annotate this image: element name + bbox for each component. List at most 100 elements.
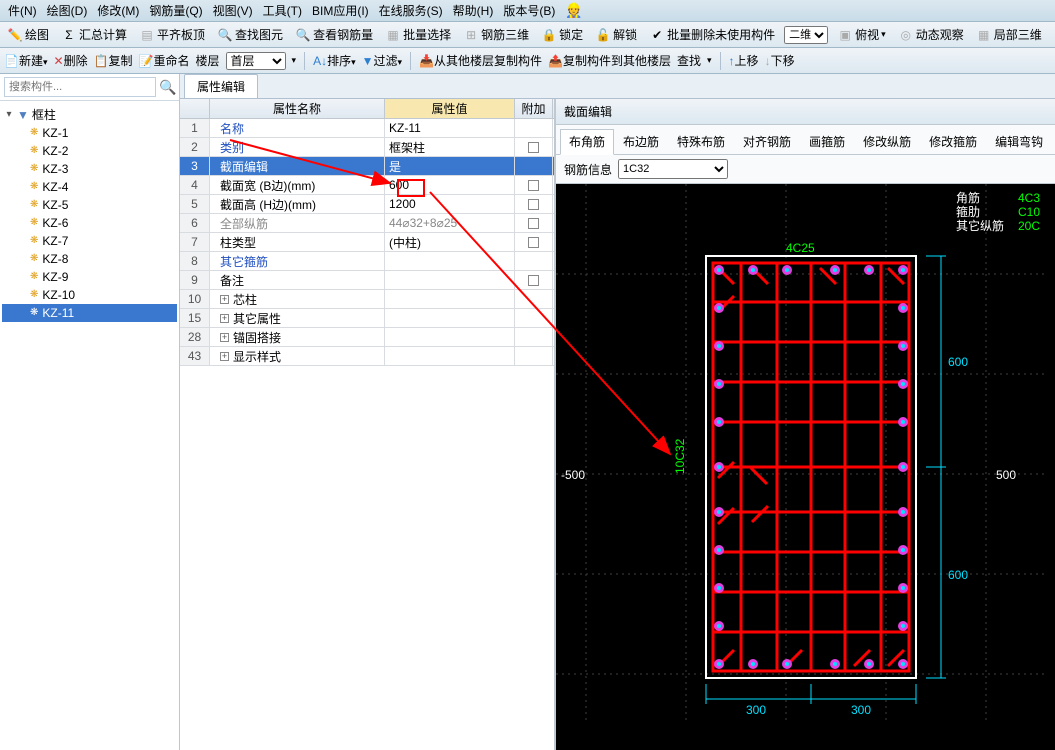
tree-item-KZ-9[interactable]: ❋KZ-9 bbox=[2, 268, 177, 286]
tb-find2[interactable]: 查找 bbox=[677, 52, 701, 69]
menu-modify[interactable]: 修改(M) bbox=[93, 0, 143, 21]
tb-draw[interactable]: ✏️绘图 bbox=[4, 24, 52, 45]
prop-row-4[interactable]: 4截面宽 (B边)(mm)600 bbox=[180, 176, 554, 195]
gear-icon: ❋ bbox=[30, 251, 38, 267]
menu-version[interactable]: 版本号(B) bbox=[499, 0, 559, 21]
tb-dyn[interactable]: ◎动态观察 bbox=[895, 24, 967, 45]
prop-row-8[interactable]: 8其它箍筋 bbox=[180, 252, 554, 271]
tree-item-KZ-8[interactable]: ❋KZ-8 bbox=[2, 250, 177, 268]
tb-copyfrom[interactable]: 📥从其他楼层复制构件 bbox=[419, 52, 542, 69]
prop-row-3[interactable]: 3截面编辑是 bbox=[180, 157, 554, 176]
menu-file[interactable]: 件(N) bbox=[4, 0, 41, 21]
prop-row-43[interactable]: 43+显示样式 bbox=[180, 347, 554, 366]
tb-copy[interactable]: 📋复制 bbox=[94, 52, 133, 69]
prop-row-28[interactable]: 28+锚固搭接 bbox=[180, 328, 554, 347]
menu-view[interactable]: 视图(V) bbox=[209, 0, 257, 21]
tb-delete[interactable]: ✕删除 bbox=[54, 52, 88, 69]
section-tab-2[interactable]: 特殊布筋 bbox=[668, 129, 734, 154]
copyfrom-icon: 📥 bbox=[419, 54, 434, 68]
tb-unlock[interactable]: 🔓解锁 bbox=[592, 24, 640, 45]
dim-b2: 300 bbox=[851, 703, 871, 717]
tb-batchsel[interactable]: ▦批量选择 bbox=[382, 24, 454, 45]
tb-align[interactable]: ▤平齐板顶 bbox=[136, 24, 208, 45]
prop-row-10[interactable]: 10+芯柱 bbox=[180, 290, 554, 309]
prop-row-2[interactable]: 2类别框架柱 bbox=[180, 138, 554, 157]
rebar-info-select[interactable]: 1C32 bbox=[618, 159, 728, 179]
tab-property-edit[interactable]: 属性编辑 bbox=[184, 74, 258, 98]
tree-item-KZ-3[interactable]: ❋KZ-3 bbox=[2, 160, 177, 178]
rebar3d-icon: ⊞ bbox=[463, 27, 479, 43]
tree-item-KZ-7[interactable]: ❋KZ-7 bbox=[2, 232, 177, 250]
gear-icon: ❋ bbox=[30, 143, 38, 159]
tb-local3d[interactable]: ▦局部三维 bbox=[973, 24, 1045, 45]
tb-sort[interactable]: A↓排序▾ bbox=[313, 52, 356, 69]
menu-help[interactable]: 帮助(H) bbox=[449, 0, 498, 21]
section-tab-4[interactable]: 画箍筋 bbox=[800, 129, 854, 154]
tree-item-KZ-6[interactable]: ❋KZ-6 bbox=[2, 214, 177, 232]
tree-root[interactable]: ▾ ▼ 框柱 bbox=[2, 105, 177, 124]
prop-row-1[interactable]: 1名称KZ-11 bbox=[180, 119, 554, 138]
search-input[interactable] bbox=[4, 77, 156, 97]
section-editor-panel: 截面编辑 布角筋布边筋特殊布筋对齐钢筋画箍筋修改纵筋修改箍筋编辑弯钩端头f 钢筋… bbox=[555, 99, 1055, 750]
tb-find[interactable]: 🔍查找图元 bbox=[214, 24, 286, 45]
align-icon: ▤ bbox=[139, 27, 155, 43]
collapse-icon[interactable]: ▾ bbox=[4, 109, 14, 120]
tb-rename[interactable]: 📝重命名 bbox=[139, 52, 190, 69]
tb-topview[interactable]: ▣俯视▾ bbox=[834, 24, 889, 45]
filter-tree-icon: ▼ bbox=[17, 108, 29, 122]
gear-icon: ❋ bbox=[30, 269, 38, 285]
legend-hoop: 箍肋 bbox=[956, 204, 980, 219]
section-editor-title: 截面编辑 bbox=[556, 99, 1055, 125]
component-tree: ▾ ▼ 框柱 ❋KZ-1❋KZ-2❋KZ-3❋KZ-4❋KZ-5❋KZ-6❋KZ… bbox=[0, 101, 179, 326]
section-tab-3[interactable]: 对齐钢筋 bbox=[734, 129, 800, 154]
prop-row-5[interactable]: 5截面高 (H边)(mm)1200 bbox=[180, 195, 554, 214]
sigma-icon: Σ bbox=[61, 27, 77, 43]
prop-row-15[interactable]: 15+其它属性 bbox=[180, 309, 554, 328]
section-tab-0[interactable]: 布角筋 bbox=[560, 129, 614, 155]
copyto-icon: 📤 bbox=[548, 54, 563, 68]
tb-sum[interactable]: Σ汇总计算 bbox=[58, 24, 130, 45]
tb-new[interactable]: 📄新建▾ bbox=[4, 52, 48, 69]
dim-r2: 600 bbox=[948, 568, 968, 582]
tree-item-KZ-1[interactable]: ❋KZ-1 bbox=[2, 124, 177, 142]
tb-chkrebar[interactable]: 🔍查看钢筋量 bbox=[292, 24, 376, 45]
rebar-info-label: 钢筋信息 bbox=[564, 161, 612, 178]
floor-label: 楼层 bbox=[196, 52, 220, 69]
prop-row-9[interactable]: 9备注 bbox=[180, 271, 554, 290]
prop-row-7[interactable]: 7柱类型(中柱) bbox=[180, 233, 554, 252]
menu-draw[interactable]: 绘图(D) bbox=[43, 0, 92, 21]
prop-row-6[interactable]: 6全部纵筋44⌀32+8⌀25 bbox=[180, 214, 554, 233]
menu-bim[interactable]: BIM应用(I) bbox=[308, 0, 373, 21]
section-tab-7[interactable]: 编辑弯钩 bbox=[986, 129, 1052, 154]
tree-item-KZ-2[interactable]: ❋KZ-2 bbox=[2, 142, 177, 160]
tb-filter[interactable]: ▼过滤▾ bbox=[362, 52, 402, 69]
view-mode-select[interactable]: 二维 bbox=[784, 26, 828, 44]
section-canvas[interactable]: -500 500 bbox=[556, 184, 1055, 750]
section-tab-5[interactable]: 修改纵筋 bbox=[854, 129, 920, 154]
search-icon[interactable]: 🔍 bbox=[159, 79, 176, 96]
tree-item-KZ-4[interactable]: ❋KZ-4 bbox=[2, 178, 177, 196]
section-tab-1[interactable]: 布边筋 bbox=[614, 129, 668, 154]
tree-item-KZ-5[interactable]: ❋KZ-5 bbox=[2, 196, 177, 214]
tb-rebar3d[interactable]: ⊞钢筋三维 bbox=[460, 24, 532, 45]
menu-online[interactable]: 在线服务(S) bbox=[375, 0, 447, 21]
tb-up[interactable]: ↑上移 bbox=[729, 52, 759, 69]
tb-copyto[interactable]: 📤复制构件到其他楼层 bbox=[548, 52, 671, 69]
gear-icon: ❋ bbox=[30, 197, 38, 213]
floor-select[interactable]: 首层 bbox=[226, 52, 286, 70]
delete-icon: ✕ bbox=[54, 54, 64, 68]
menu-tool[interactable]: 工具(T) bbox=[259, 0, 306, 21]
orbit-icon: ◎ bbox=[898, 27, 914, 43]
lock-icon: 🔒 bbox=[541, 27, 557, 43]
legend-other-val: 20C bbox=[1018, 219, 1040, 233]
tb-down[interactable]: ↓下移 bbox=[765, 52, 795, 69]
tb-batchdel[interactable]: ✔批量删除未使用构件 bbox=[646, 24, 778, 45]
tb-lock[interactable]: 🔒锁定 bbox=[538, 24, 586, 45]
axis-mark-right: 500 bbox=[996, 468, 1016, 482]
menu-rebar[interactable]: 钢筋量(Q) bbox=[145, 0, 206, 21]
section-tab-6[interactable]: 修改箍筋 bbox=[920, 129, 986, 154]
tree-item-KZ-11[interactable]: ❋KZ-11 bbox=[2, 304, 177, 322]
tree-item-KZ-10[interactable]: ❋KZ-10 bbox=[2, 286, 177, 304]
local3d-icon: ▦ bbox=[976, 27, 992, 43]
dim-r1: 600 bbox=[948, 355, 968, 369]
